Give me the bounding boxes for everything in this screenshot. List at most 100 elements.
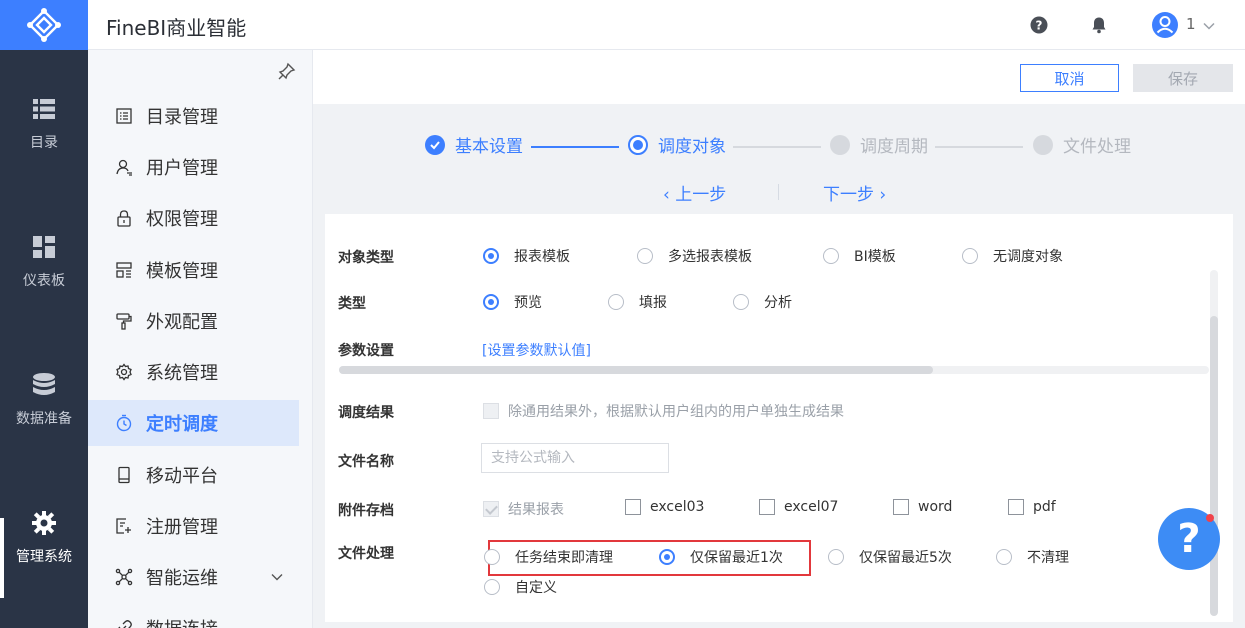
set-param-defaults-link[interactable]: [设置参数默认值] (482, 340, 591, 360)
radio-label: 填报 (639, 295, 667, 311)
checkbox-pdf[interactable]: pdf (1008, 499, 1056, 515)
question-icon: ? (1177, 516, 1201, 562)
database-icon (33, 373, 55, 395)
step-file-handling[interactable]: 文件处理 (1033, 132, 1131, 157)
checkbox-excel03[interactable]: excel03 (625, 499, 704, 515)
step-schedule-period[interactable]: 调度周期 (830, 132, 928, 157)
radio-keep-last-1[interactable]: 仅保留最近1次 (659, 547, 783, 567)
radio-indicator (996, 549, 1012, 565)
radio-no-clean[interactable]: 不清理 (996, 547, 1069, 567)
primary-nav-rail: 目录 仪表板 数据准备 管理系统 (0, 0, 88, 628)
current-step-icon (628, 134, 648, 155)
radio-indicator (962, 248, 978, 264)
settings-icon (114, 362, 134, 382)
radio-label: 仅保留最近5次 (859, 550, 952, 566)
template-icon (114, 260, 134, 280)
field-label-object-type: 对象类型 (338, 250, 394, 266)
radio-label: 自定义 (515, 580, 557, 596)
radio-multi-report-template[interactable]: 多选报表模板 (637, 246, 752, 266)
sidebar-item-label: 系统管理 (146, 363, 218, 384)
sidebar-item-registration[interactable]: 注册管理 (88, 503, 299, 549)
step-connector (733, 146, 821, 148)
radio-indicator (608, 294, 624, 310)
horizontal-scrollbar-thumb[interactable] (339, 366, 933, 374)
radio-indicator (659, 549, 675, 565)
sidebar-item-system[interactable]: 系统管理 (88, 349, 299, 395)
next-step-button[interactable]: 下一步 › (823, 180, 886, 205)
checkbox-indicator (483, 501, 499, 517)
sidebar-item-users[interactable]: 用户管理 (88, 144, 299, 190)
filename-input[interactable] (481, 443, 669, 473)
user-name[interactable]: 1 (1186, 15, 1196, 33)
radio-custom[interactable]: 自定义 (484, 577, 557, 597)
mobile-icon (114, 465, 134, 485)
next-step-label: 下一步 (823, 185, 874, 205)
paint-roller-icon (114, 311, 134, 331)
lock-icon (114, 208, 134, 228)
avatar-icon[interactable] (1151, 11, 1179, 39)
logo-icon (27, 8, 61, 42)
radio-label: 无调度对象 (993, 249, 1063, 265)
checkbox-excel07[interactable]: excel07 (759, 499, 838, 515)
rail-item-admin[interactable]: 管理系统 (0, 510, 88, 566)
cancel-button[interactable]: 取消 (1020, 64, 1119, 92)
radio-fill[interactable]: 填报 (608, 292, 667, 312)
network-icon (114, 567, 134, 587)
checkbox-result-report[interactable]: 结果报表 (483, 499, 564, 519)
radio-label: 仅保留最近1次 (690, 550, 783, 566)
checkbox-label: word (918, 499, 953, 515)
sidebar-item-appearance[interactable]: 外观配置 (88, 298, 299, 344)
step-schedule-object[interactable]: 调度对象 (628, 132, 726, 157)
radio-label: 预览 (514, 295, 542, 311)
step-basic-settings[interactable]: 基本设置 (425, 132, 523, 157)
list-icon (33, 99, 55, 119)
sidebar-item-catalog[interactable]: 目录管理 (88, 93, 299, 139)
sidebar-item-templates[interactable]: 模板管理 (88, 247, 299, 293)
radio-indicator (484, 549, 500, 565)
save-button[interactable]: 保存 (1133, 64, 1233, 92)
radio-indicator (483, 248, 499, 264)
prev-step-button[interactable]: ‹ 上一步 (663, 180, 726, 205)
checkbox-word[interactable]: word (893, 499, 952, 515)
checkbox-indicator (759, 499, 775, 515)
wizard-stepper: 基本设置 调度对象 调度周期 文件处理 (313, 132, 1245, 162)
catalog-icon (114, 106, 134, 126)
radio-report-template[interactable]: 报表模板 (483, 246, 570, 266)
action-toolbar: 取消 保存 (313, 50, 1245, 104)
checkbox-label: 结果报表 (508, 502, 564, 518)
app-logo[interactable] (0, 0, 88, 50)
checkbox-label: pdf (1033, 499, 1056, 515)
rail-item-label: 数据准备 (16, 411, 72, 427)
step-label: 文件处理 (1063, 137, 1131, 157)
bell-icon[interactable] (1088, 14, 1110, 36)
radio-analysis[interactable]: 分析 (733, 292, 792, 312)
sidebar-item-label: 用户管理 (146, 158, 218, 179)
sidebar-item-mobile[interactable]: 移动平台 (88, 452, 299, 498)
radio-no-object[interactable]: 无调度对象 (962, 246, 1063, 266)
radio-preview[interactable]: 预览 (483, 292, 542, 312)
help-icon[interactable]: ? (1028, 14, 1050, 36)
rail-item-catalog[interactable]: 目录 (0, 96, 88, 152)
radio-bi-template[interactable]: BI模板 (823, 246, 896, 266)
radio-label: 不清理 (1027, 550, 1069, 566)
radio-indicator (823, 248, 839, 264)
step-label: 调度对象 (658, 137, 726, 157)
top-header: FineBI商业智能 ? 1 (88, 0, 1245, 50)
sidebar-item-label: 权限管理 (146, 209, 218, 230)
sidebar-item-ops[interactable]: 智能运维 (88, 554, 299, 600)
field-label-file-handling: 文件处理 (338, 546, 394, 562)
dashboard-icon (33, 236, 55, 258)
per-user-result-checkbox[interactable]: 除通用结果外，根据默认用户组内的用户单独生成结果 (483, 401, 844, 421)
radio-clean-on-finish[interactable]: 任务结束即清理 (484, 547, 613, 567)
chevron-down-icon[interactable] (1198, 15, 1220, 37)
checkbox-label: excel07 (784, 499, 839, 515)
sidebar-item-scheduling[interactable]: 定时调度 (88, 400, 299, 446)
sidebar-item-permissions[interactable]: 权限管理 (88, 195, 299, 241)
sidebar-item-label: 定时调度 (146, 414, 218, 435)
rail-item-dashboard[interactable]: 仪表板 (0, 234, 88, 290)
radio-keep-last-5[interactable]: 仅保留最近5次 (828, 547, 952, 567)
pin-icon[interactable] (278, 62, 296, 80)
vertical-scrollbar-thumb[interactable] (1210, 316, 1218, 616)
sidebar-item-data-connection[interactable]: 数据连接 (88, 605, 299, 628)
rail-item-data-prep[interactable]: 数据准备 (0, 372, 88, 428)
